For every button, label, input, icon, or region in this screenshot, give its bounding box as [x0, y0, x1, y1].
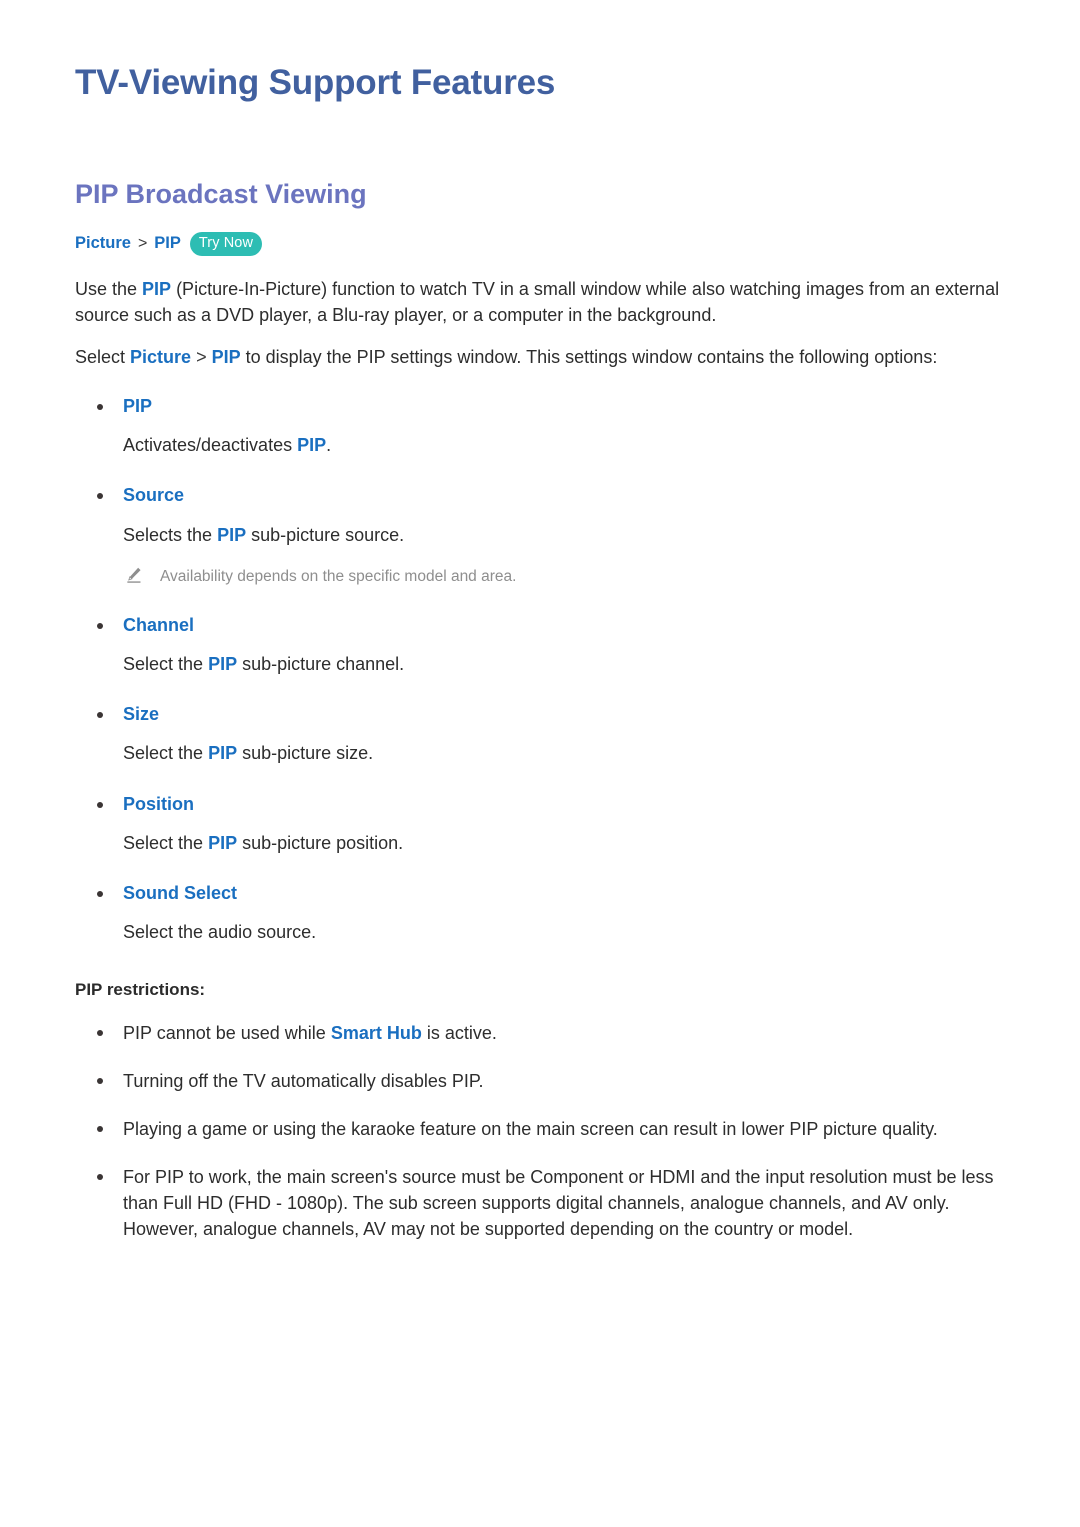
bullet-dot-icon [97, 493, 103, 500]
intro-p2-keyword-pip[interactable]: PIP [212, 347, 241, 367]
option-desc-text-a: Select the [123, 832, 209, 853]
restrictions-title: PIP restrictions: [75, 980, 206, 1000]
option-description-size: Select the PIP sub-picture size. [75, 740, 1005, 766]
option-label[interactable]: Position [123, 794, 194, 814]
restrictions-list: PIP cannot be used while Smart Hub is ac… [75, 1020, 1005, 1243]
bullet-dot-icon [97, 1077, 103, 1084]
bullet-dot-icon [97, 801, 103, 808]
option-description-channel: Select the PIP sub-picture channel. [75, 651, 1005, 677]
list-item: PIP cannot be used while Smart Hub is ac… [75, 1020, 1005, 1046]
option-desc-text-a: Selects the [123, 524, 218, 545]
bullet-dot-icon [97, 622, 103, 629]
list-item: Position Select the PIP sub-picture posi… [75, 793, 1005, 856]
option-description-position: Select the PIP sub-picture position. [75, 830, 1005, 856]
page-title: TV-Viewing Support Features [75, 63, 556, 102]
bullet-dot-icon [97, 890, 103, 897]
list-item: Turning off the TV automatically disable… [75, 1068, 1005, 1094]
option-desc-text-b: sub-picture source. [246, 524, 405, 545]
option-desc-text-a: Activates/deactivates [123, 435, 298, 456]
list-item: For PIP to work, the main screen's sourc… [75, 1164, 1005, 1242]
option-description-sound-select: Select the audio source. [75, 919, 1005, 945]
bullet-dot-icon [97, 712, 103, 719]
option-desc-text-b: . [326, 435, 332, 456]
intro-p1-text-a: Use the [75, 278, 143, 299]
intro-p2-text-a: Select [75, 347, 131, 368]
list-item: Source Selects the PIP sub-picture sourc… [75, 484, 1005, 587]
intro-p1-text-b: (Picture-In-Picture) function to watch T… [75, 278, 1000, 325]
bullet-dot-icon [97, 1125, 103, 1132]
intro-p2-text-b: to display the PIP settings window. This… [240, 347, 938, 368]
option-desc-text-b: sub-picture size. [237, 743, 374, 764]
list-item: Sound Select Select the audio source. [75, 882, 1005, 945]
intro-p2-chevron-icon: > [191, 347, 212, 368]
option-heading-channel: Channel [75, 614, 1005, 637]
option-heading-pip: PIP [75, 395, 1005, 418]
list-item: Size Select the PIP sub-picture size. [75, 703, 1005, 766]
bullet-dot-icon [97, 1173, 103, 1180]
option-desc-keyword[interactable]: PIP [217, 525, 246, 545]
option-label[interactable]: Sound Select [123, 883, 237, 903]
bullet-dot-icon [97, 1029, 103, 1036]
option-desc-text-a: Select the [123, 743, 209, 764]
availability-note: Availability depends on the specific mod… [75, 566, 1005, 588]
section-title: PIP Broadcast Viewing [75, 179, 367, 209]
breadcrumb: Picture > PIP Try Now [75, 232, 1005, 256]
list-item: Channel Select the PIP sub-picture chann… [75, 614, 1005, 677]
document-content: TV-Viewing Support Features PIP Broadcas… [75, 62, 1005, 1242]
option-desc-text-a: Select the audio source. [123, 922, 317, 943]
option-desc-text-b: sub-picture channel. [237, 653, 405, 674]
option-heading-source: Source [75, 484, 1005, 507]
option-desc-keyword[interactable]: PIP [208, 833, 237, 853]
option-desc-keyword[interactable]: PIP [297, 435, 326, 455]
intro-paragraph-1: Use the PIP (Picture-In-Picture) functio… [75, 276, 1005, 329]
option-description-source: Selects the PIP sub-picture source. [75, 522, 1005, 548]
try-now-badge[interactable]: Try Now [189, 232, 263, 256]
intro-paragraph-2: Select Picture > PIP to display the PIP … [75, 344, 1005, 370]
option-description-pip: Activates/deactivates PIP. [75, 432, 1005, 458]
option-label[interactable]: PIP [123, 396, 152, 416]
pip-options-list: PIP Activates/deactivates PIP. Source Se… [75, 395, 1005, 946]
option-heading-position: Position [75, 793, 1005, 816]
restriction-text-a: For PIP to work, the main screen's sourc… [123, 1166, 994, 1240]
restriction-text-b: is active. [421, 1022, 497, 1043]
availability-note-text: Availability depends on the specific mod… [160, 567, 517, 585]
restriction-text-a: Turning off the TV automatically disable… [123, 1070, 484, 1091]
list-item: PIP Activates/deactivates PIP. [75, 395, 1005, 458]
intro-p2-keyword-picture[interactable]: Picture [130, 347, 191, 367]
restriction-keyword-smart-hub[interactable]: Smart Hub [331, 1023, 422, 1043]
pencil-icon [127, 567, 141, 583]
chevron-right-icon: > [137, 234, 148, 252]
breadcrumb-item-picture[interactable]: Picture [75, 232, 131, 255]
option-heading-sound-select: Sound Select [75, 882, 1005, 905]
bullet-dot-icon [97, 403, 103, 410]
document-page: TV-Viewing Support Features PIP Broadcas… [0, 0, 1080, 1527]
option-desc-keyword[interactable]: PIP [208, 743, 237, 763]
option-label[interactable]: Size [123, 704, 159, 724]
option-desc-text-a: Select the [123, 653, 209, 674]
option-label[interactable]: Channel [123, 615, 194, 635]
restriction-text-a: PIP cannot be used while [123, 1022, 331, 1043]
breadcrumb-item-pip[interactable]: PIP [154, 232, 181, 255]
option-label[interactable]: Source [123, 485, 184, 505]
intro-p1-keyword-pip[interactable]: PIP [142, 279, 171, 299]
restriction-text-a: Playing a game or using the karaoke feat… [123, 1118, 938, 1139]
option-desc-text-b: sub-picture position. [237, 832, 404, 853]
list-item: Playing a game or using the karaoke feat… [75, 1116, 1005, 1142]
option-heading-size: Size [75, 703, 1005, 726]
option-desc-keyword[interactable]: PIP [208, 654, 237, 674]
